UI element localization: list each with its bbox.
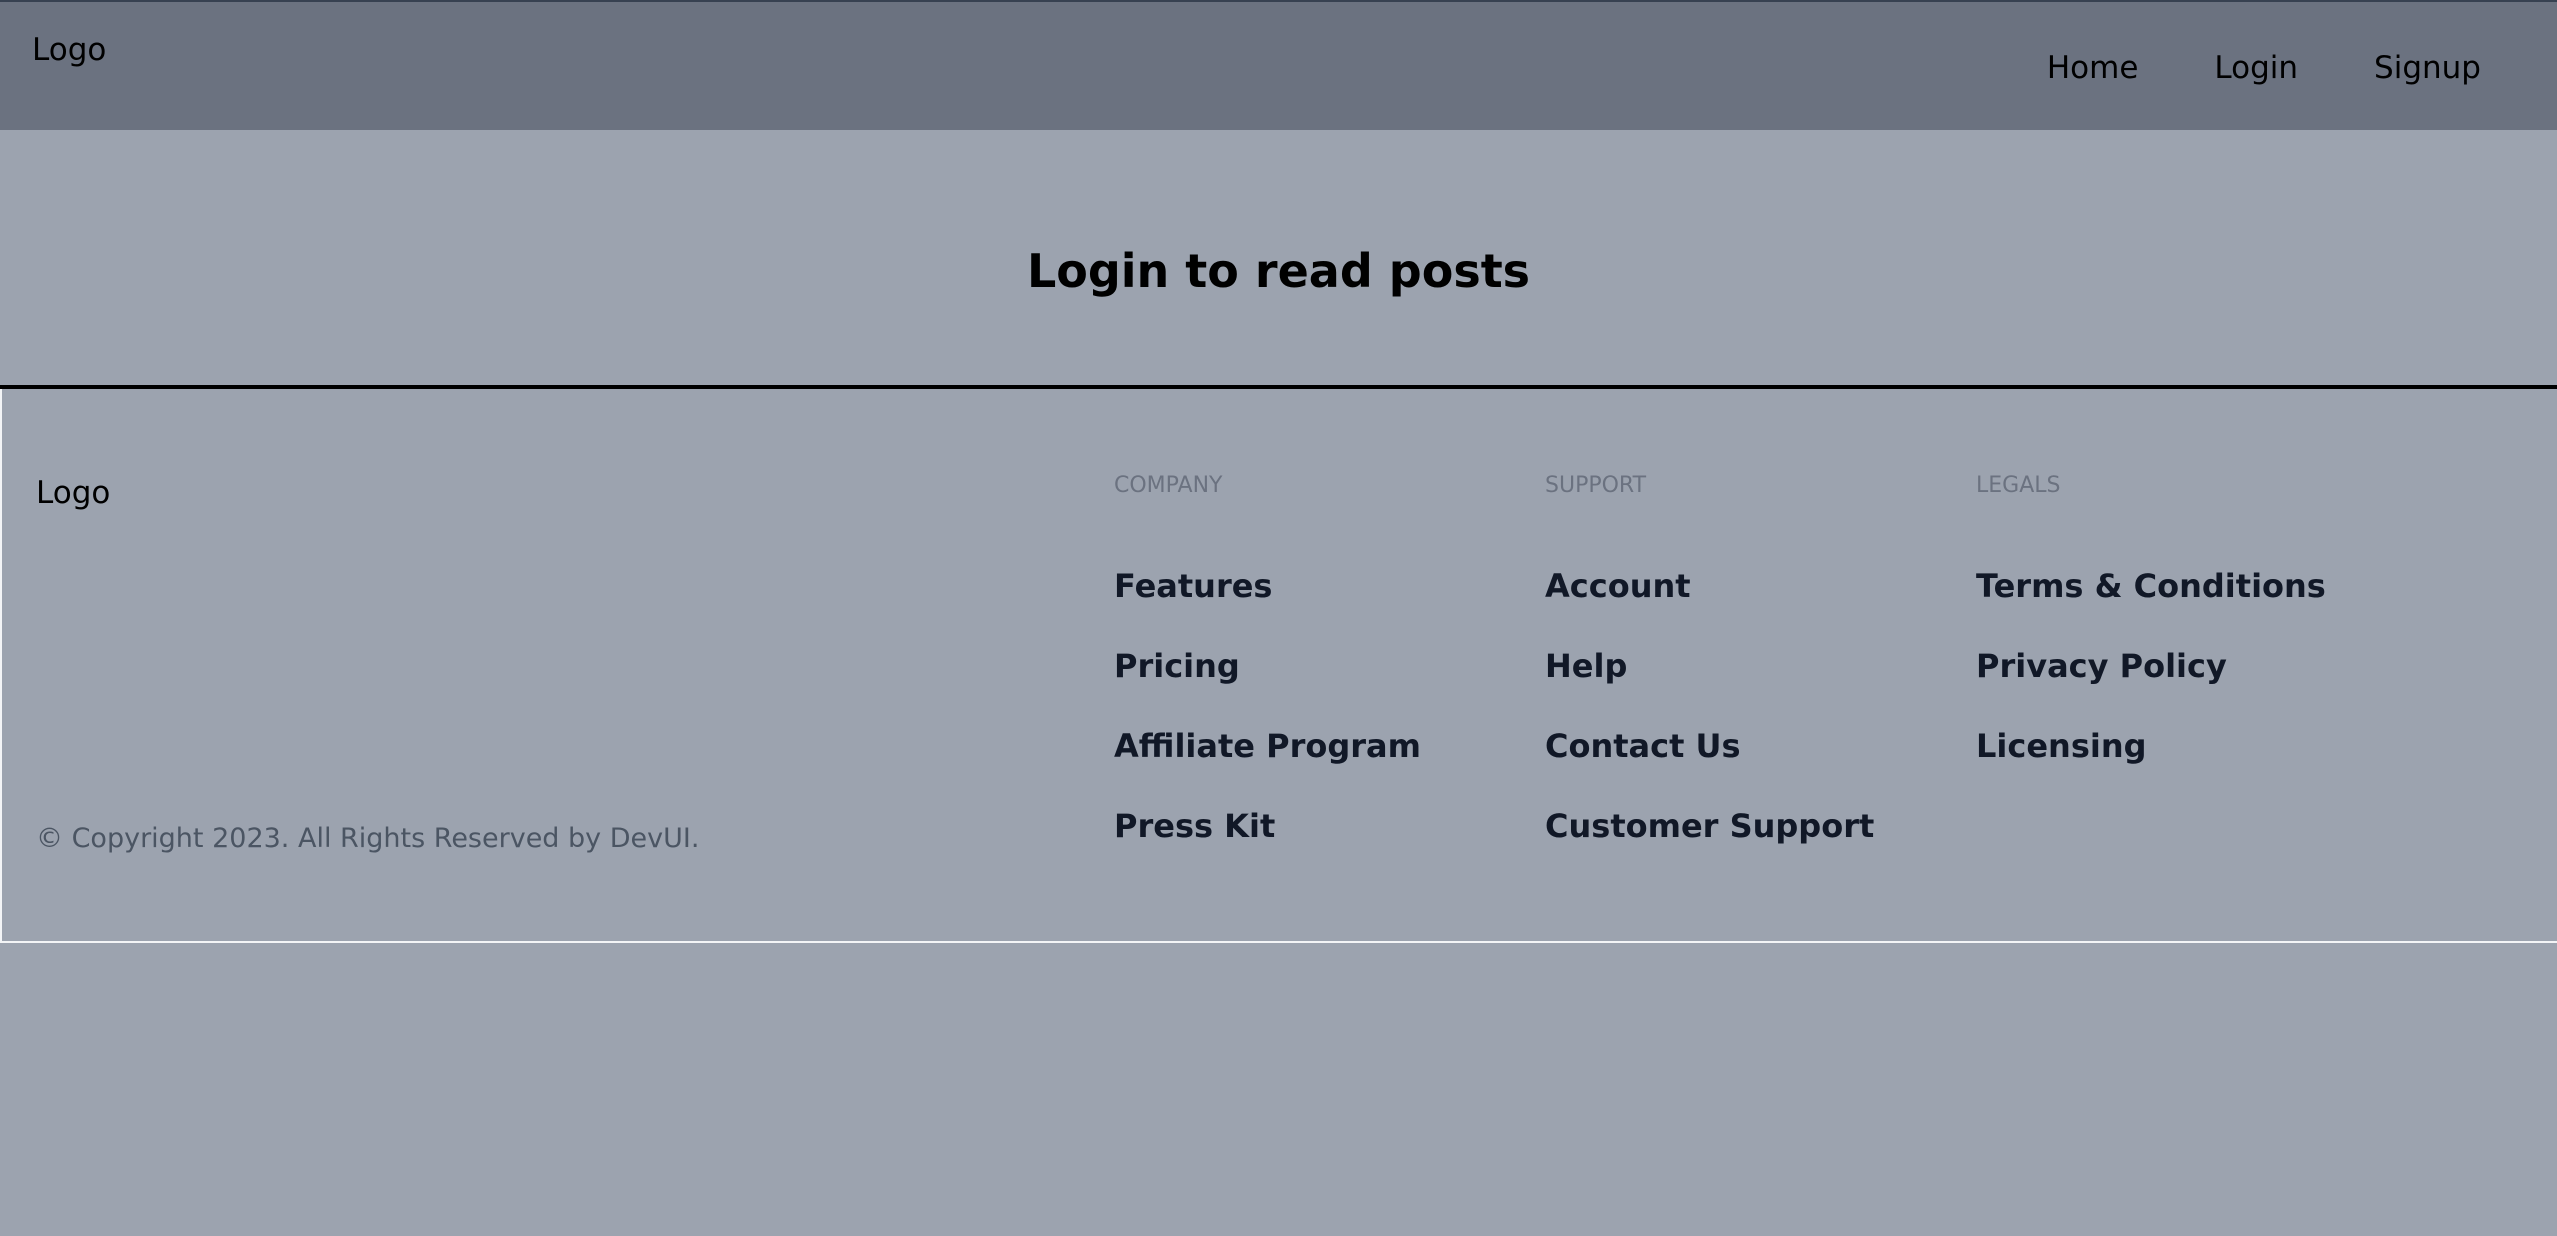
footer-column-support: SUPPORT Account Help Contact Us Customer… <box>1545 473 1874 887</box>
footer-link-account[interactable]: Account <box>1545 567 1874 647</box>
footer-link-pricing[interactable]: Pricing <box>1114 647 1421 727</box>
nav-link-login[interactable]: Login <box>2214 50 2298 86</box>
footer-link-help[interactable]: Help <box>1545 647 1874 727</box>
copyright-text: © Copyright 2023. All Rights Reserved by… <box>36 823 700 854</box>
footer-column-company: COMPANY Features Pricing Affiliate Progr… <box>1114 473 1421 887</box>
footer-links-company: Features Pricing Affiliate Program Press… <box>1114 567 1421 887</box>
footer: Logo © Copyright 2023. All Rights Reserv… <box>0 389 2557 943</box>
footer-link-licensing[interactable]: Licensing <box>1976 727 2326 807</box>
footer-links-support: Account Help Contact Us Customer Support <box>1545 567 1874 887</box>
footer-link-contact-us[interactable]: Contact Us <box>1545 727 1874 807</box>
footer-link-privacy-policy[interactable]: Privacy Policy <box>1976 647 2326 727</box>
top-navbar: Logo Home Login Signup <box>0 0 2557 130</box>
footer-link-terms-conditions[interactable]: Terms & Conditions <box>1976 567 2326 647</box>
nav-link-home[interactable]: Home <box>2047 50 2139 86</box>
page-title: Login to read posts <box>1026 244 1531 298</box>
footer-logo[interactable]: Logo <box>36 475 110 511</box>
nav-link-signup[interactable]: Signup <box>2374 50 2481 86</box>
footer-link-affiliate-program[interactable]: Affiliate Program <box>1114 727 1421 807</box>
nav-logo[interactable]: Logo <box>32 32 106 68</box>
footer-link-customer-support[interactable]: Customer Support <box>1545 807 1874 887</box>
footer-link-features[interactable]: Features <box>1114 567 1421 647</box>
footer-heading-support: SUPPORT <box>1545 473 1647 498</box>
nav-links: Home Login Signup <box>2047 50 2557 86</box>
footer-link-press-kit[interactable]: Press Kit <box>1114 807 1421 887</box>
footer-links-legals: Terms & Conditions Privacy Policy Licens… <box>1976 567 2326 807</box>
hero-section: Login to read posts <box>0 130 2557 386</box>
footer-heading-legals: LEGALS <box>1976 473 2061 498</box>
footer-heading-company: COMPANY <box>1114 473 1223 498</box>
footer-column-legals: LEGALS Terms & Conditions Privacy Policy… <box>1976 473 2326 807</box>
